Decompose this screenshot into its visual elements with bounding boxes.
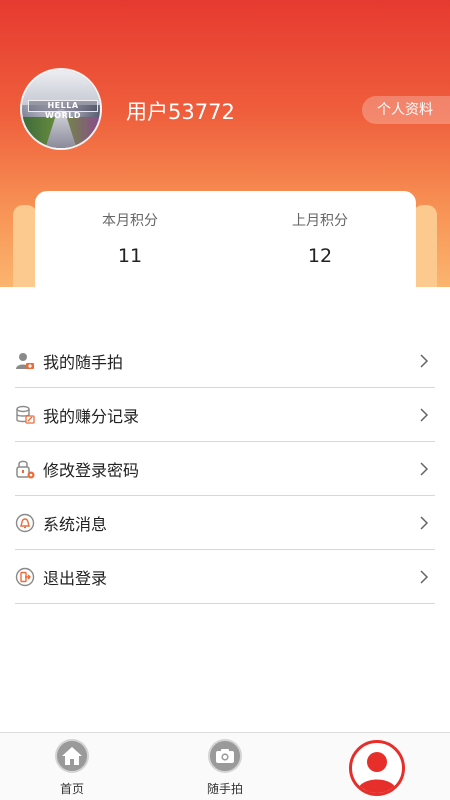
database-edit-icon bbox=[15, 405, 35, 425]
chevron-right-icon bbox=[420, 570, 429, 584]
user-icon bbox=[349, 740, 405, 796]
tab-snapshot[interactable]: 随手拍 bbox=[193, 733, 257, 800]
camera-icon bbox=[208, 739, 242, 773]
menu-item-label: 我的随手拍 bbox=[43, 352, 124, 372]
last-month-points-label: 上月积分 bbox=[292, 213, 348, 229]
bottom-navigation: 首页 随手拍 bbox=[0, 732, 450, 800]
chevron-right-icon bbox=[420, 516, 429, 530]
menu-item-logout[interactable]: 退出登录 bbox=[15, 550, 435, 604]
menu-item-change-password[interactable]: 修改登录密码 bbox=[15, 442, 435, 496]
this-month-points-label: 本月积分 bbox=[102, 213, 158, 229]
menu-item-my-snapshots[interactable]: 我的随手拍 bbox=[15, 334, 435, 388]
this-month-points: 本月积分 11 bbox=[35, 191, 225, 287]
card-backdrop-left bbox=[13, 205, 37, 287]
username: 用户53772 bbox=[126, 100, 235, 124]
logout-icon bbox=[15, 567, 35, 587]
chevron-right-icon bbox=[420, 408, 429, 422]
home-icon bbox=[55, 739, 89, 773]
menu-item-label: 修改登录密码 bbox=[43, 460, 140, 480]
card-backdrop-right bbox=[413, 205, 437, 287]
profile-header: HELLA WORLD 用户53772 个人资料 本月积分 11 上月积分 12 bbox=[0, 0, 450, 287]
tab-snapshot-label: 随手拍 bbox=[206, 782, 243, 796]
profile-button[interactable]: 个人资料 bbox=[362, 96, 450, 124]
menu-item-points-record[interactable]: 我的赚分记录 bbox=[15, 388, 435, 442]
chevron-right-icon bbox=[420, 462, 429, 476]
avatar-logo-text: HELLA WORLD bbox=[28, 100, 98, 120]
menu-item-label: 我的赚分记录 bbox=[43, 406, 140, 426]
lock-settings-icon bbox=[15, 459, 35, 479]
tab-home[interactable]: 首页 bbox=[40, 733, 104, 800]
avatar[interactable]: HELLA WORLD bbox=[20, 68, 102, 150]
chevron-right-icon bbox=[420, 354, 429, 368]
menu-item-label: 退出登录 bbox=[43, 568, 108, 588]
tab-me[interactable] bbox=[349, 733, 405, 800]
this-month-points-value: 11 bbox=[117, 245, 143, 267]
bell-icon bbox=[15, 513, 35, 533]
settings-menu: 我的随手拍 我的赚分记录 修改登录密码 系统消息 退出登录 bbox=[15, 334, 435, 604]
tab-home-label: 首页 bbox=[59, 782, 84, 796]
points-card: 本月积分 11 上月积分 12 bbox=[35, 191, 416, 287]
last-month-points: 上月积分 12 bbox=[225, 191, 415, 287]
menu-item-label: 系统消息 bbox=[43, 514, 108, 534]
user-camera-icon bbox=[15, 351, 35, 371]
menu-item-system-messages[interactable]: 系统消息 bbox=[15, 496, 435, 550]
last-month-points-value: 12 bbox=[307, 245, 333, 267]
